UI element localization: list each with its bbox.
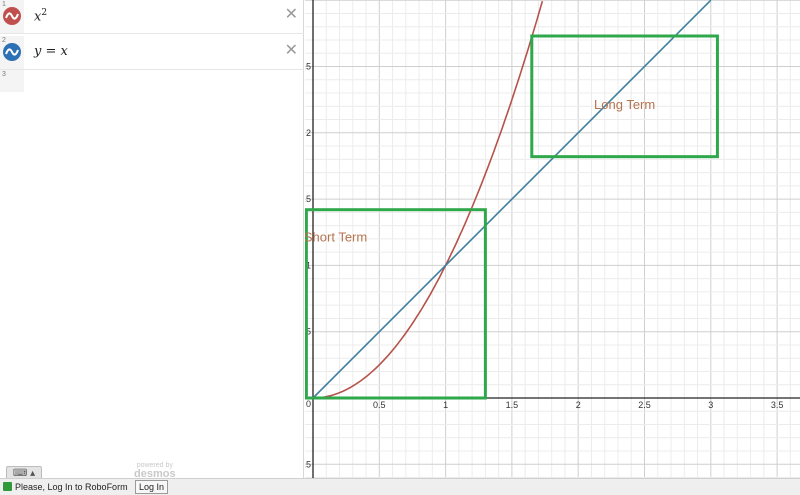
expression-row-1[interactable]: 1 x2 ✕	[0, 0, 304, 34]
sine-wave-icon[interactable]	[3, 7, 21, 25]
expression-text[interactable]: y = x	[34, 44, 68, 59]
y-tick-label: 2.5	[305, 62, 311, 72]
y-tick-label: 1.5	[305, 194, 311, 204]
x-tick-label: 3	[708, 400, 713, 410]
x-tick-label: 2.5	[638, 400, 651, 410]
sine-wave-icon[interactable]	[3, 43, 21, 61]
expression-row-3[interactable]: 3	[0, 70, 24, 92]
x-tick-label: 1	[443, 400, 448, 410]
expression-text[interactable]: x2	[34, 8, 47, 24]
long-term-label: Long Term	[594, 97, 655, 112]
y-tick-label: 2	[306, 128, 311, 138]
close-icon[interactable]: ✕	[285, 40, 298, 59]
short-term-label: Short Term	[305, 230, 367, 245]
x-tick-label: 1.5	[506, 400, 519, 410]
status-message: Please, Log In to RoboForm	[15, 482, 128, 492]
roboform-icon	[3, 482, 12, 491]
x-tick-label: 0.5	[373, 400, 386, 410]
status-bar: Please, Log In to RoboForm Log In	[0, 478, 800, 495]
x-tick-label: 2	[576, 400, 581, 410]
expression-index: 3	[2, 71, 6, 78]
x-tick-label: 3.5	[771, 400, 784, 410]
graph-svg[interactable]: 0.511.522.533.5-0.50.511.522.50Short Ter…	[305, 0, 800, 478]
expression-gutter: 2	[0, 36, 24, 69]
y-tick-label: -0.5	[305, 459, 311, 469]
close-icon[interactable]: ✕	[285, 4, 298, 23]
graph-canvas[interactable]: 0.511.522.533.5-0.50.511.522.50Short Ter…	[305, 0, 800, 478]
expression-list: 1 x2 ✕ 2 y = x ✕ 3 ⌨ ▴ powered by desmos	[0, 0, 304, 482]
expression-row-2[interactable]: 2 y = x ✕	[0, 36, 304, 70]
login-button[interactable]: Log In	[135, 480, 169, 494]
origin-tick-label: 0	[306, 399, 311, 409]
desmos-window: 1 x2 ✕ 2 y = x ✕ 3 ⌨ ▴ powered by desmos…	[0, 0, 800, 495]
expression-gutter: 1	[0, 0, 24, 33]
